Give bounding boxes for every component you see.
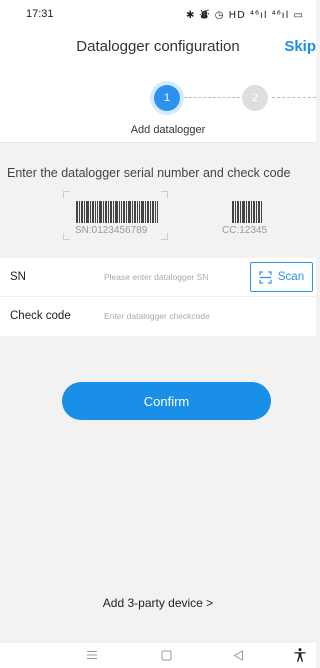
menu-icon[interactable]: [86, 650, 98, 660]
sn-row: SN Scan: [0, 258, 316, 297]
stepper: 1 2 Add datalogger: [0, 68, 316, 142]
check-code-label: Check code: [10, 310, 71, 322]
cc-example-label: CC:12345: [222, 225, 268, 236]
cc-barcode-image: [232, 201, 262, 223]
status-icons: ✱ ⛇ ◷ HD ⁴⁶ıl ⁴⁶ıl ▭: [186, 9, 304, 21]
system-navigation-bar: [0, 643, 316, 668]
step-1-indicator: 1: [154, 85, 180, 111]
check-code-input[interactable]: [104, 305, 244, 327]
status-time: 17:31: [26, 8, 54, 20]
datalogger-form: SN Scan Check code: [0, 258, 316, 336]
sn-barcode-image: [76, 201, 158, 223]
status-bar: 17:31 ✱ ⛇ ◷ HD ⁴⁶ıl ⁴⁶ıl ▭: [0, 0, 316, 28]
scan-button[interactable]: Scan: [250, 262, 313, 292]
scan-label: Scan: [277, 271, 305, 283]
step-connector: [184, 97, 240, 98]
sn-input[interactable]: [104, 266, 244, 288]
sn-example-label: SN:0123456789: [75, 225, 148, 236]
header: Datalogger configuration Skip: [0, 28, 316, 68]
current-step-label: Add datalogger: [130, 124, 206, 136]
instruction-panel: Enter the datalogger serial number and c…: [0, 142, 316, 258]
instruction-text: Enter the datalogger serial number and c…: [7, 166, 291, 180]
frame-corner: [63, 191, 70, 198]
home-square-icon[interactable]: [161, 650, 172, 661]
add-third-party-device-link[interactable]: Add 3-party device >: [0, 596, 316, 610]
step-connector: [272, 97, 316, 98]
accessibility-icon[interactable]: [294, 648, 306, 662]
step-2-indicator: 2: [242, 85, 268, 111]
sn-label: SN: [10, 271, 26, 283]
skip-button[interactable]: Skip: [284, 38, 316, 55]
check-code-row: Check code: [0, 297, 316, 336]
page-title: Datalogger configuration: [76, 38, 240, 55]
frame-corner: [161, 191, 168, 198]
scan-frame-icon: [259, 270, 272, 284]
frame-corner: [161, 233, 168, 240]
frame-corner: [63, 233, 70, 240]
confirm-button[interactable]: Confirm: [62, 382, 271, 420]
back-triangle-icon[interactable]: [233, 650, 244, 661]
